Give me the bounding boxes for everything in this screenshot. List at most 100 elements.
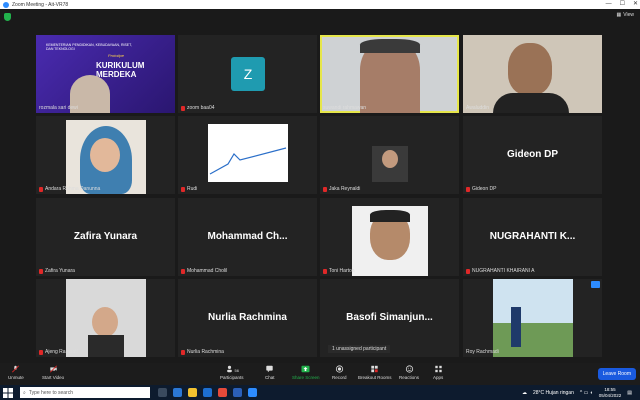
video-tile[interactable]: Gideon DP Gideon DP: [463, 116, 602, 194]
photo-person: [511, 307, 521, 347]
participant-display-name: Nurlia Rachmina: [208, 312, 287, 323]
muted-mic-icon: [323, 186, 327, 192]
windows-start-icon[interactable]: [3, 388, 13, 398]
clock-date: 05/04/2022: [598, 393, 622, 398]
muted-mic-icon: [466, 268, 470, 274]
muted-mic-icon: [466, 186, 470, 192]
participants-button[interactable]: 56 Participants: [220, 365, 244, 380]
video-tile[interactable]: Ajeng Rarasati: [36, 279, 175, 357]
apps-icon: [434, 365, 442, 373]
minimize-icon[interactable]: —: [606, 0, 612, 9]
screen-content: [208, 124, 288, 182]
unmute-label: Unmute: [8, 375, 24, 380]
participants-icon: [226, 365, 232, 373]
zoom-taskbar-icon[interactable]: [248, 388, 257, 397]
weather-icon: ☁: [521, 390, 527, 396]
participant-name: suwandi rahmawan: [323, 105, 367, 111]
video-tile[interactable]: Toni Harton: [320, 198, 459, 276]
participant-name: zoom baa04: [187, 105, 215, 111]
breakout-rooms-label: Breakout Rooms: [358, 375, 392, 380]
video-tile[interactable]: Mohammad Ch... Mohammad Cholil: [178, 198, 317, 276]
video-tile[interactable]: Z zoom baa04: [178, 35, 317, 113]
share-screen-icon: [301, 365, 310, 373]
banner-main-text: KURIKULUM MERDEKA: [96, 61, 145, 79]
banner-small-text: Prototipe: [108, 53, 125, 58]
participants-label: Participants: [220, 375, 244, 380]
mic-muted-icon: [12, 365, 20, 373]
start-video-button[interactable]: Start Video: [42, 365, 64, 380]
video-tile[interactable]: Zafira Yunara Zafira Yunara: [36, 198, 175, 276]
participant-display-name: Zafira Yunara: [73, 231, 138, 242]
participant-name: Nurlia Rachmina: [187, 349, 224, 355]
store-icon[interactable]: [203, 388, 212, 397]
banner-top-text: KEMENTERIAN PENDIDIKAN, KEBUDAYAAN, RISE…: [46, 43, 132, 51]
reactions-icon: [405, 365, 413, 373]
participant-name: Toni Harton: [329, 268, 355, 274]
view-button[interactable]: ▦ View: [617, 12, 634, 18]
reactions-button[interactable]: Reactions: [399, 365, 419, 380]
participant-face: [508, 43, 552, 95]
photo-greenery: [493, 323, 573, 357]
search-icon: ⌕: [23, 389, 26, 396]
share-screen-label: Share Screen: [292, 375, 320, 380]
muted-mic-icon: [181, 268, 185, 274]
apps-button[interactable]: Apps: [433, 365, 443, 380]
file-explorer-icon[interactable]: [188, 388, 197, 397]
video-tile[interactable]: Basofi Simanjun... 1 unassigned particip…: [320, 279, 459, 357]
share-screen-button[interactable]: Share Screen: [292, 365, 320, 380]
video-gallery: ▦ View KEMENTERIAN PENDIDIKAN, KEBUDAYAA…: [0, 9, 640, 363]
system-tray-icons[interactable]: ^ ▭ ◖: [580, 390, 593, 396]
video-tile[interactable]: KEMENTERIAN PENDIDIKAN, KEBUDAYAAN, RISE…: [36, 35, 175, 113]
breakout-rooms-button[interactable]: Breakout Rooms: [358, 365, 392, 380]
unmute-button[interactable]: Unmute: [8, 365, 24, 380]
weather-text[interactable]: 28°C Hujan ringan: [533, 390, 574, 396]
video-tile[interactable]: Andara Rahma Danunna: [36, 116, 175, 194]
clock[interactable]: 18:55 05/04/2022: [599, 387, 622, 399]
security-shield-icon[interactable]: [4, 13, 11, 21]
participant-shirt: [88, 335, 124, 357]
video-tile[interactable]: Nurlia Rachmina Nurlia Rachmina: [178, 279, 317, 357]
window-title: Zoom Meeting - Ait-VR78: [12, 1, 69, 8]
video-tile[interactable]: Rudi: [178, 116, 317, 194]
muted-mic-icon: [39, 268, 43, 274]
view-label: View: [623, 12, 634, 18]
more-options-icon[interactable]: [591, 281, 600, 288]
video-tile[interactable]: NUGRAHANTI K... NUGRAHANTI KHAIRANI A: [463, 198, 602, 276]
video-tile[interactable]: Awaluddin: [463, 35, 602, 113]
word-icon[interactable]: [233, 388, 242, 397]
muted-mic-icon: [323, 268, 327, 274]
video-tile[interactable]: Jaka Reynaldi: [320, 116, 459, 194]
video-tile[interactable]: Roy Rachmadi: [463, 279, 602, 357]
participant-face: [90, 138, 120, 172]
muted-mic-icon: [181, 349, 185, 355]
participant-shirt: [493, 93, 569, 113]
participant-hair: [360, 39, 420, 53]
taskbar-search-input[interactable]: ⌕ Type here to search: [20, 387, 150, 398]
edge-icon[interactable]: [173, 388, 182, 397]
start-video-label: Start Video: [42, 375, 65, 380]
chat-button[interactable]: Chat: [265, 365, 275, 380]
chat-icon: [266, 365, 273, 373]
maximize-icon[interactable]: ☐: [620, 0, 625, 9]
window-titlebar: Zoom Meeting - Ait-VR78 — ☐ ✕: [0, 0, 640, 9]
chrome-icon[interactable]: [218, 388, 227, 397]
task-view-icon[interactable]: [158, 388, 167, 397]
leave-room-button[interactable]: Leave Room: [597, 368, 636, 380]
muted-mic-icon: [181, 186, 185, 192]
participant-face: [382, 150, 398, 168]
meeting-toolbar: Unmute Start Video 56 Participants Chat …: [0, 363, 640, 385]
video-off-icon: [49, 365, 57, 373]
video-tile-active-speaker[interactable]: suwandi rahmawan: [320, 35, 459, 113]
participant-name: Mohammad Cholil: [187, 268, 228, 274]
notifications-icon[interactable]: ▤: [627, 390, 632, 396]
participant-name: Zafira Yunara: [45, 268, 75, 274]
close-icon[interactable]: ✕: [633, 0, 638, 9]
chat-label: Chat: [265, 375, 275, 380]
participant-name: Awaluddin: [466, 105, 489, 111]
record-button[interactable]: Record: [332, 365, 347, 380]
grid-icon: ▦: [616, 12, 622, 18]
participant-display-name: Gideon DP: [506, 149, 559, 160]
zoom-logo-icon: [3, 1, 9, 8]
participant-name: Roy Rachmadi: [466, 349, 499, 355]
muted-mic-icon: [181, 105, 185, 111]
